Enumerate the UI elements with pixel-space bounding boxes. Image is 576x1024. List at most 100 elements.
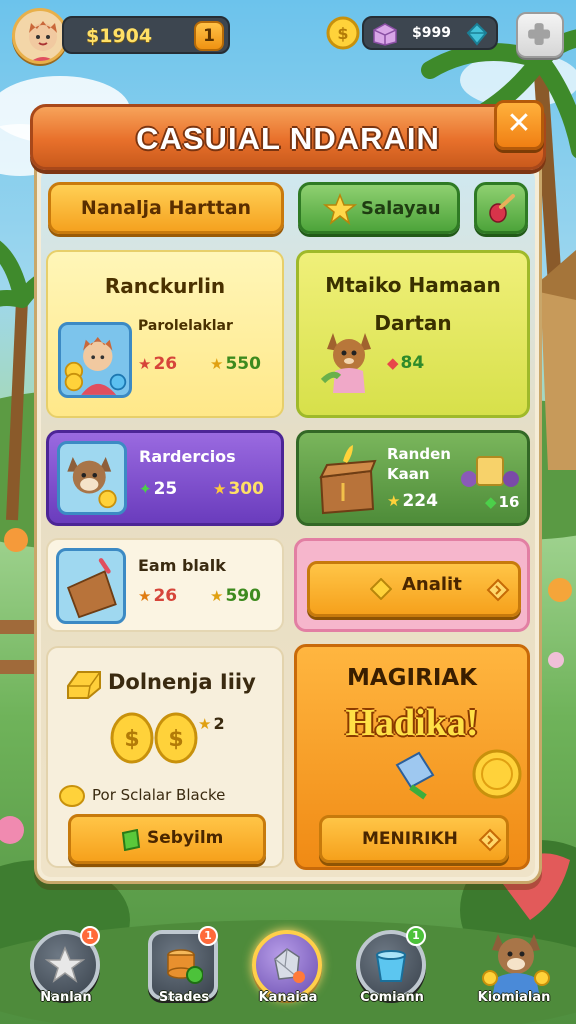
gold-gem-icon — [370, 578, 392, 600]
offer-card-5-coins-value: 590 — [225, 586, 261, 606]
gold-bar-icon — [67, 671, 101, 699]
offer-card-2[interactable]: Mtaiko Hamaan Dartan ◆ 84 — [296, 250, 530, 418]
coin-star-icon: ★ — [210, 587, 224, 605]
claim-button[interactable]: MENIRIKH — [319, 815, 509, 863]
select-button-label: Sebyilm — [147, 828, 224, 848]
green-gem-icon — [121, 829, 141, 851]
star-icon — [323, 193, 357, 225]
coin-star-icon: ★ — [210, 355, 224, 373]
tab-special-label: Salayau — [361, 198, 441, 219]
offer-card-3-coins: ★ 300 — [213, 479, 264, 499]
gem-balance-value: $999 — [412, 25, 451, 41]
nav-item-kanaiaa[interactable]: Kanaiaa — [242, 920, 334, 1020]
offer-card-5-gems-value: 26 — [153, 586, 178, 606]
offer-card-1-coins: ★ 550 — [210, 354, 261, 374]
add-coins-button[interactable]: 1 — [194, 21, 224, 51]
nav-item-stades[interactable]: 1 Stades — [138, 920, 230, 1020]
potion-icon — [395, 751, 435, 800]
coin-star-icon: ★ — [213, 480, 227, 498]
gem-icon: ★ — [138, 587, 152, 605]
cat-portrait — [57, 441, 127, 515]
offer-card-1[interactable]: Ranckurlin Parolelaklar ★ 26 ★ 550 — [46, 250, 284, 418]
offer-card-4-extra: ◆ 16 — [485, 493, 519, 511]
star-icon — [45, 946, 85, 983]
svg-text:$: $ — [337, 24, 348, 43]
nav-item-comiann[interactable]: 1 Comiann — [346, 920, 438, 1020]
offer-card-5[interactable]: Eam blalk ★ 26 ★ 590 — [46, 538, 284, 632]
crystal-icon — [274, 948, 305, 983]
fox-character-icon — [320, 333, 371, 393]
tab-daily-offers[interactable]: Nanalja Harttan — [48, 182, 284, 234]
offer-card-1-title: Ranckurlin — [104, 274, 226, 298]
offer-card-7-multiplier: ★ 2 — [198, 714, 225, 733]
chevron-right-icon — [486, 578, 510, 602]
nav-comiann-badge: 1 — [406, 926, 426, 946]
tab-tools[interactable] — [474, 182, 528, 234]
offer-card-3-coins-value: 300 — [228, 479, 264, 499]
offer-card-4-extra-value: 16 — [498, 493, 520, 511]
nav-item-kiomialan[interactable]: Kiomialan — [468, 920, 560, 1020]
settings-button[interactable] — [516, 12, 564, 58]
svg-text:$: $ — [168, 727, 183, 752]
offer-card-5-coins: ★ 590 — [210, 586, 261, 606]
offer-card-3[interactable]: Rardercios ✦ 25 ★ 300 — [46, 430, 284, 526]
offer-card-2-gems: ◆ 84 — [387, 353, 424, 373]
add-gems-icon[interactable] — [464, 21, 490, 47]
coin-stack-icon — [167, 949, 203, 984]
nav-item-home[interactable]: 1 Nanlan — [20, 920, 112, 1020]
tab-daily-offers-label: Nanalja Harttan — [80, 197, 252, 219]
offer-card-8[interactable]: MAGIRIAK Hadika! MENIRIKH — [294, 644, 530, 870]
plus-icon — [528, 23, 551, 46]
gem-icon: ◆ — [387, 354, 399, 372]
tool-icon — [489, 194, 515, 223]
gold-coin-icon: $ — [326, 16, 360, 50]
offer-card-4-subtitle: Kaan — [387, 465, 430, 483]
offer-card-4-title: Randen — [387, 445, 451, 463]
gold-coin-icon — [472, 749, 522, 799]
offer-card-8-headline: Hadika! — [345, 702, 479, 744]
gem-crate-icon — [373, 23, 397, 46]
nav-home-label: Nanlan — [40, 990, 92, 1005]
analyze-button[interactable]: Analit — [307, 561, 521, 617]
tab-special[interactable]: Salayau — [298, 182, 460, 234]
offer-card-7: Dolnenja Iiiy $ $ ★ 2 Por Sclalar Blacke … — [46, 646, 284, 868]
offer-card-3-gems: ✦ 25 — [139, 479, 177, 499]
star-icon: ★ — [198, 715, 212, 733]
coin-balance-value: $1904 — [86, 25, 153, 47]
gold-coins-icon: $ $ — [110, 712, 198, 764]
select-button[interactable]: Sebyilm — [68, 814, 266, 864]
offer-card-8-title: MAGIRIAK — [346, 665, 477, 691]
nav-stades-label: Stades — [158, 990, 210, 1005]
gem-icon: ◆ — [485, 493, 497, 511]
analyze-button-label: Analit — [402, 574, 462, 595]
offer-card-2-title: Mtaiko Hamaan — [325, 273, 501, 297]
small-coin-icon — [59, 785, 85, 807]
nav-kiomialan-label: Kiomialan — [477, 990, 551, 1005]
treasure-chest-icon — [319, 445, 377, 515]
close-button[interactable]: ✕ — [494, 100, 544, 150]
nav-comiann-label: Comiann — [360, 990, 424, 1005]
offer-card-7-title: Dolnenja Iiiy — [108, 670, 256, 694]
offer-card-6: Analit — [294, 538, 530, 632]
offer-card-2-gems-value: 84 — [400, 353, 425, 373]
gem-balance: $999 — [362, 16, 498, 50]
offer-card-7-multiplier-value: 2 — [213, 714, 225, 733]
basket-portrait — [56, 548, 126, 624]
coin-star-icon: ★ — [387, 492, 401, 510]
offer-card-4[interactable]: Randen Kaan ★ 224 ◆ 16 — [296, 430, 530, 526]
offer-card-3-gems-value: 25 — [153, 479, 178, 499]
gem-icon: ✦ — [139, 480, 152, 498]
character-portrait — [58, 322, 132, 398]
offer-card-5-title: Eam blalk — [138, 556, 226, 575]
nav-home-badge: 1 — [80, 926, 100, 946]
offer-card-1-gems-value: 26 — [153, 354, 178, 374]
coin-balance: $1904 1 — [62, 16, 230, 54]
offer-card-4-coins-value: 224 — [402, 491, 438, 511]
nav-stades-badge: 1 — [198, 926, 218, 946]
offer-card-1-gems: ★ 26 — [138, 354, 177, 374]
dialog-title: CASUIAL NDARAIN — [136, 121, 440, 156]
nav-kanaiaa-label: Kanaiaa — [258, 990, 318, 1005]
player-avatar[interactable] — [12, 8, 68, 64]
dialog-title-bar: CASUIAL NDARAIN — [30, 104, 546, 170]
claim-button-label: MENIRIKH — [362, 829, 458, 849]
